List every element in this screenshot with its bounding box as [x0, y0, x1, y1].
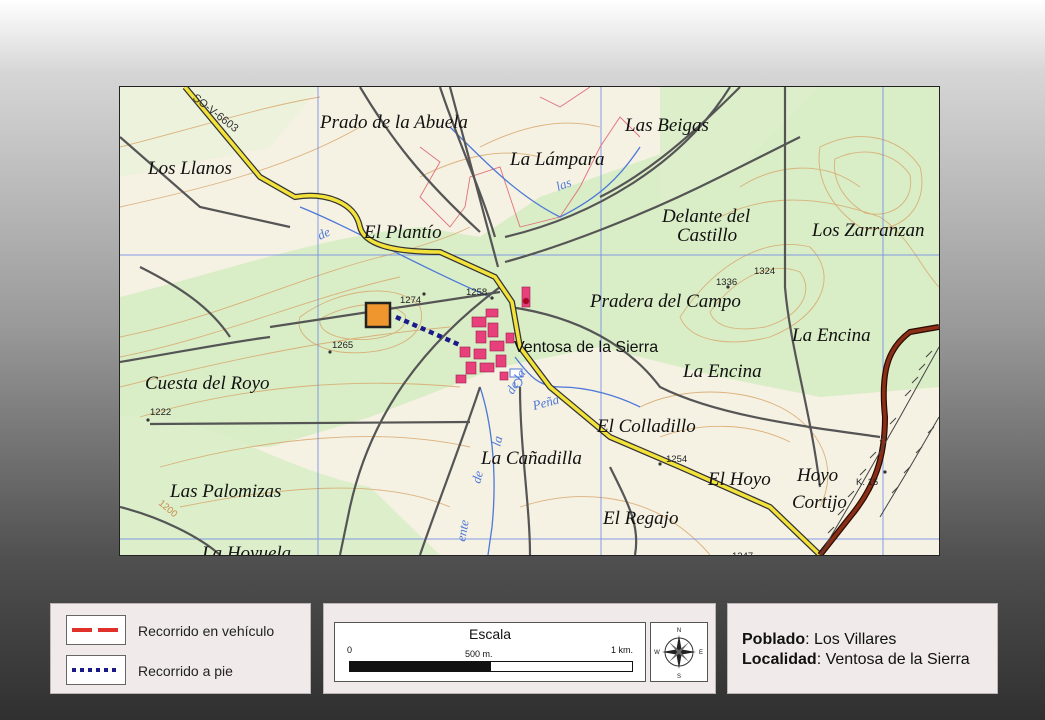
vehicle-route-label: Recorrido en vehículo	[138, 623, 275, 639]
spot-height: 1336	[716, 277, 737, 288]
topographic-map[interactable]: SO-V-6603 Prado de la Abuela Las Beigas …	[119, 86, 940, 556]
scale-panel: Escala 0 500 m. 1 km. N S E W	[323, 603, 716, 694]
spot-height: 1274	[400, 295, 421, 306]
stream-word: de la	[503, 366, 529, 396]
route-legend: Recorrido en vehículo Recorrido a pie	[50, 603, 311, 694]
place-name: Las Beigas	[624, 115, 709, 136]
spot-height: 1254	[666, 454, 687, 465]
place-name: Pradera del Campo	[589, 291, 741, 312]
place-name: Castillo	[677, 225, 737, 246]
place-name: La Encina	[682, 361, 762, 382]
spot-height: 1324	[754, 266, 775, 277]
place-name: La Encina	[791, 325, 871, 346]
spot-height: 1247	[732, 551, 753, 555]
place-name: Los Llanos	[147, 158, 232, 179]
place-name: Las Palomizas	[169, 481, 281, 502]
poblado-value: Los Villares	[814, 631, 897, 648]
place-name: Cuesta del Royo	[145, 373, 270, 394]
stream-word: la	[488, 434, 505, 448]
place-name: Los Zarranzan	[811, 220, 924, 241]
place-name: Ventosa de la Sierra	[514, 339, 658, 356]
compass-s: S	[677, 674, 681, 680]
place-name: Prado de la Abuela	[319, 112, 468, 133]
poblado-line: Poblado: Los Villares	[742, 631, 897, 648]
spot-height: 1222	[150, 407, 171, 418]
compass-rose: N S E W	[650, 622, 708, 682]
spot-height: 1258	[466, 287, 487, 298]
scale-bar	[349, 661, 633, 672]
stream-word: de	[468, 469, 486, 485]
site-info-panel: Poblado: Los Villares Localidad: Ventosa…	[727, 603, 998, 694]
place-name: La Lámpara	[509, 149, 605, 170]
stream-word: Peña	[530, 391, 561, 413]
scale-bar-box: Escala 0 500 m. 1 km.	[334, 622, 646, 682]
place-name: Hoyo	[796, 465, 838, 486]
map-canvas: SO-V-6603 Prado de la Abuela Las Beigas …	[120, 87, 939, 555]
scale-tick-mid: 500 m.	[465, 649, 493, 659]
place-name: La Hoyuela	[201, 543, 291, 555]
scale-tick-start: 0	[347, 645, 353, 655]
place-name: La Cañadilla	[480, 448, 582, 469]
foot-route-swatch	[66, 655, 126, 685]
place-name: El Colladillo	[596, 416, 696, 437]
place-name: El Plantío	[363, 222, 442, 243]
spot-height: 1265	[332, 340, 353, 351]
foot-route-label: Recorrido a pie	[138, 663, 233, 679]
place-name: Cortijo	[792, 492, 847, 513]
place-name: Delante del	[661, 206, 750, 227]
compass-icon: N S E W	[654, 628, 703, 680]
place-name: El Hoyo	[707, 469, 771, 490]
km-marker: K. 15	[856, 477, 878, 488]
scale-tick-end: 1 km.	[611, 645, 634, 655]
localidad-line: Localidad: Ventosa de la Sierra	[742, 651, 970, 668]
localidad-label: Localidad	[742, 651, 817, 668]
compass-n: N	[677, 628, 681, 634]
poblado-label: Poblado	[742, 631, 806, 648]
localidad-value: Ventosa de la Sierra	[825, 651, 970, 668]
scale-title: Escala	[468, 626, 512, 642]
place-name: El Regajo	[602, 508, 678, 529]
compass-w: W	[654, 650, 660, 656]
vehicle-route-swatch	[66, 615, 126, 645]
compass-e: E	[699, 650, 703, 656]
